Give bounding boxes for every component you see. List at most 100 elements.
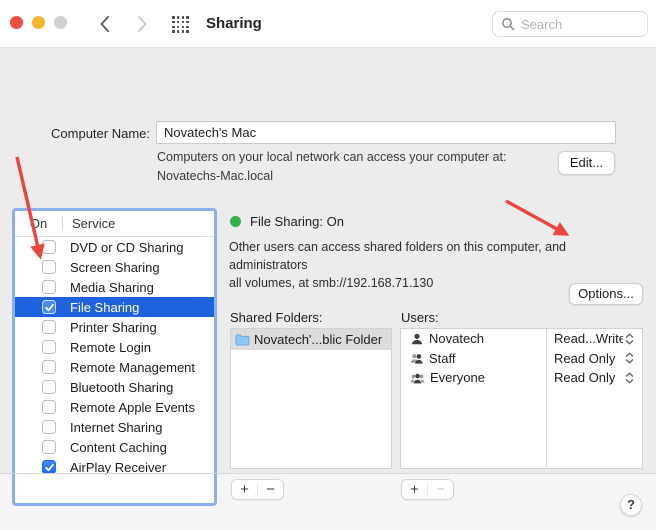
page-title: Sharing <box>206 15 262 32</box>
user-name: Staff <box>429 351 456 366</box>
service-checkbox[interactable] <box>42 300 56 314</box>
add-user-button[interactable]: + <box>402 480 427 499</box>
service-checkbox[interactable] <box>42 320 56 334</box>
header-on: On <box>15 216 62 231</box>
check-icon <box>44 462 55 473</box>
service-checkbox[interactable] <box>42 440 56 454</box>
file-sharing-status: File Sharing: On <box>250 214 344 229</box>
service-checkbox[interactable] <box>42 460 56 474</box>
shared-folder-row[interactable]: Novatech'...blic Folder <box>231 329 391 350</box>
chevron-left-icon <box>99 15 110 33</box>
back-button[interactable] <box>94 13 114 35</box>
chevron-right-icon <box>137 15 148 33</box>
service-row[interactable]: DVD or CD Sharing <box>15 237 214 257</box>
service-row[interactable]: Remote Login <box>15 337 214 357</box>
users-add-remove: + − <box>401 479 454 500</box>
user-permission[interactable]: Read Only <box>547 351 623 366</box>
service-checkbox[interactable] <box>42 400 56 414</box>
computer-name-label: Computer Name: <box>0 126 150 141</box>
service-row[interactable]: Content Caching <box>15 437 214 457</box>
toolbar: Sharing <box>0 0 656 48</box>
search-input[interactable] <box>521 17 639 32</box>
computer-name-input[interactable] <box>156 121 616 144</box>
user-name-cell: Everyone <box>401 370 547 385</box>
user-name-cell: Staff <box>401 351 547 366</box>
add-shared-folder-button[interactable]: + <box>232 480 257 499</box>
user-row[interactable]: Everyone Read Only <box>401 368 642 388</box>
service-rows: DVD or CD Sharing Screen Sharing Media Sha… <box>15 237 214 477</box>
close-window-button[interactable] <box>10 16 23 29</box>
service-row[interactable]: Media Sharing <box>15 277 214 297</box>
computer-name-caption: Computers on your local network can acce… <box>157 148 557 187</box>
users-column-divider <box>546 329 547 468</box>
service-label: Bluetooth Sharing <box>70 380 173 395</box>
service-row[interactable]: Screen Sharing <box>15 257 214 277</box>
user-row[interactable]: Staff Read Only <box>401 349 642 369</box>
folder-icon <box>235 333 250 346</box>
shared-folders-add-remove: + − <box>231 479 284 500</box>
service-checkbox[interactable] <box>42 280 56 294</box>
status-green-dot-icon <box>230 216 241 227</box>
service-label: DVD or CD Sharing <box>70 240 183 255</box>
service-label: Remote Management <box>70 360 195 375</box>
description-line-1: Other users can access shared folders on… <box>229 238 643 274</box>
shared-folders-label: Shared Folders: <box>230 310 323 325</box>
service-row[interactable]: AirPlay Receiver <box>15 457 214 477</box>
service-row[interactable]: Bluetooth Sharing <box>15 377 214 397</box>
user-permission[interactable]: Read Only <box>547 370 623 385</box>
user-row[interactable]: Novatech Read...Write <box>401 329 642 349</box>
service-label: File Sharing <box>70 300 139 315</box>
users-two-icon <box>410 351 424 365</box>
search-icon <box>501 17 515 31</box>
user-name: Everyone <box>430 370 485 385</box>
user-permission[interactable]: Read...Write <box>547 331 623 346</box>
search-field[interactable] <box>492 11 648 37</box>
service-label: Remote Login <box>70 340 151 355</box>
caption-line-2: Novatechs-Mac.local <box>157 167 557 186</box>
services-list-header: On Service <box>15 211 214 237</box>
service-checkbox[interactable] <box>42 360 56 374</box>
permission-stepper[interactable] <box>623 371 637 385</box>
options-button[interactable]: Options... <box>569 283 643 305</box>
service-label: Screen Sharing <box>70 260 160 275</box>
service-label: Internet Sharing <box>70 420 163 435</box>
service-label: Content Caching <box>70 440 167 455</box>
users-label: Users: <box>401 310 439 325</box>
service-label: Printer Sharing <box>70 320 157 335</box>
service-checkbox[interactable] <box>42 340 56 354</box>
footer-divider <box>0 473 656 474</box>
sharing-pane: Computer Name: Computers on your local n… <box>0 48 656 473</box>
permission-stepper[interactable] <box>623 351 637 365</box>
users-list[interactable]: NovatechRead...WriteStaffRead OnlyEveryo… <box>400 328 643 469</box>
help-button[interactable]: ? <box>620 494 642 516</box>
stepper-icon <box>623 351 636 365</box>
service-row[interactable]: File Sharing <box>15 297 214 317</box>
remove-user-button[interactable]: − <box>428 480 453 499</box>
service-checkbox[interactable] <box>42 260 56 274</box>
service-row[interactable]: Internet Sharing <box>15 417 214 437</box>
header-service: Service <box>63 216 115 231</box>
users-group-icon <box>410 371 425 385</box>
permission-stepper[interactable] <box>623 332 637 346</box>
show-all-grid-icon[interactable] <box>172 16 189 33</box>
window-controls <box>10 16 67 29</box>
user-icon <box>410 332 424 346</box>
service-row[interactable]: Remote Apple Events <box>15 397 214 417</box>
service-row[interactable]: Printer Sharing <box>15 317 214 337</box>
minimize-window-button[interactable] <box>32 16 45 29</box>
user-rows: NovatechRead...WriteStaffRead OnlyEveryo… <box>401 329 642 388</box>
stepper-icon <box>623 371 636 385</box>
edit-button[interactable]: Edit... <box>558 151 615 175</box>
service-checkbox[interactable] <box>42 380 56 394</box>
service-checkbox[interactable] <box>42 420 56 434</box>
shared-folder-name: Novatech'...blic Folder <box>254 332 382 347</box>
service-checkbox[interactable] <box>42 240 56 254</box>
user-name: Novatech <box>429 331 484 346</box>
caption-line-1: Computers on your local network can acce… <box>157 148 557 167</box>
services-list: On Service DVD or CD Sharing Screen Shari… <box>15 211 214 503</box>
service-row[interactable]: Remote Management <box>15 357 214 377</box>
forward-button[interactable] <box>132 13 152 35</box>
user-name-cell: Novatech <box>401 331 547 346</box>
remove-shared-folder-button[interactable]: − <box>258 480 283 499</box>
shared-folders-list[interactable]: Novatech'...blic Folder <box>230 328 392 469</box>
